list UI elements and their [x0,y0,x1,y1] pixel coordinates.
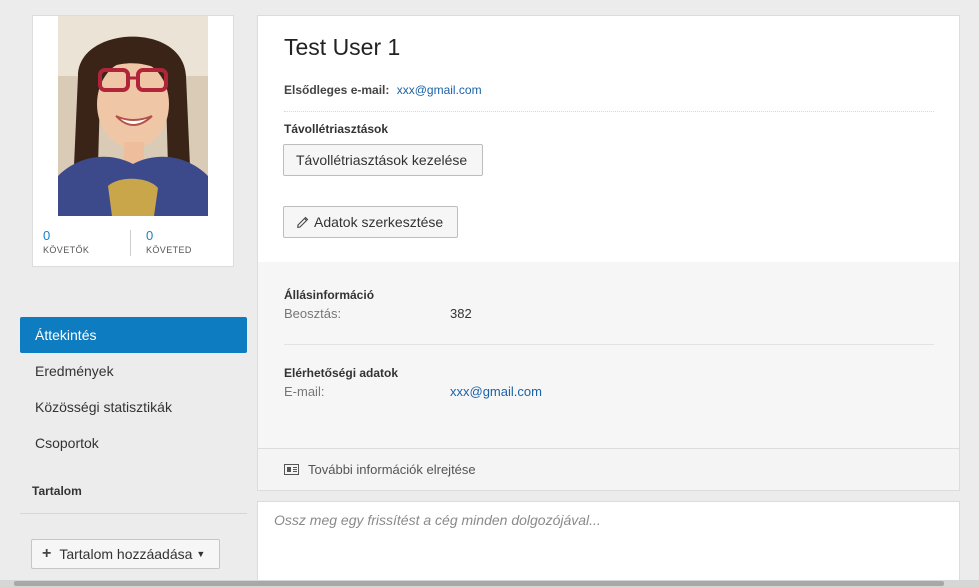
hide-more-info-label: További információk elrejtése [308,462,476,477]
primary-email-label: Elsődleges e-mail: [284,83,390,97]
manage-out-of-office-button[interactable]: Távollétriasztások kezelése [283,144,483,176]
job-title-value: 382 [450,306,472,321]
nav-item-groups[interactable]: Csoportok [20,425,247,461]
pencil-icon [297,216,309,228]
edit-data-label: Adatok szerkesztése [314,214,444,230]
content-heading: Tartalom [32,484,82,498]
followers-label: KÖVETŐK [43,245,90,255]
avatar-photo [58,16,208,216]
user-name: Test User 1 [284,34,401,60]
status-update-box [257,501,960,587]
following-label: KÖVETED [146,245,192,255]
profile-card: 0 KÖVETŐK 0 KÖVETED [32,15,234,267]
add-content-label: Tartalom hozzáadása [59,546,193,562]
divider [284,111,934,112]
contact-email-link[interactable]: xxx@gmail.com [450,384,542,399]
followers-count[interactable]: 0 [43,228,89,243]
nav-item-results[interactable]: Eredmények [20,353,247,389]
following-stat[interactable]: 0 KÖVETED [146,228,192,255]
profile-main-panel: Test User 1 Elsődleges e-mail: xxx@gmail… [257,15,960,491]
contact-email-label: E-mail: [284,384,325,399]
contact-card-icon [284,464,299,475]
followers-stat[interactable]: 0 KÖVETŐK [43,228,89,255]
status-update-input[interactable] [258,502,959,587]
manage-out-of-office-label: Távollétriasztások kezelése [296,152,468,168]
info-divider [284,344,934,345]
primary-email-link[interactable]: xxx@gmail.com [397,83,482,97]
job-info-heading: Állásinformáció [284,288,375,302]
scrollbar-thumb[interactable] [14,581,944,586]
add-content-button[interactable]: + Tartalom hozzáadása ▼ [31,539,220,569]
caret-down-icon: ▼ [196,549,206,559]
nav-item-overview[interactable]: Áttekintés [20,317,247,353]
out-of-office-title: Távollétriasztások [284,122,389,136]
content-divider [20,513,247,514]
follow-divider [130,230,131,256]
edit-data-button[interactable]: Adatok szerkesztése [283,206,458,238]
info-block: Állásinformáció Beosztás: 382 Elérhetősé… [258,262,959,448]
primary-email-row: Elsődleges e-mail: xxx@gmail.com [284,83,482,97]
horizontal-scrollbar[interactable] [0,580,979,587]
nav-item-community-stats[interactable]: Közösségi statisztikák [20,389,247,425]
profile-nav: Áttekintés Eredmények Közösségi statiszt… [20,317,247,461]
avatar[interactable] [58,16,208,216]
job-title-label: Beosztás: [284,306,342,321]
contact-info-heading: Elérhetőségi adatok [284,366,399,380]
hide-more-info-toggle[interactable]: További információk elrejtése [258,448,959,490]
plus-icon: + [42,545,52,562]
following-count[interactable]: 0 [146,228,192,243]
